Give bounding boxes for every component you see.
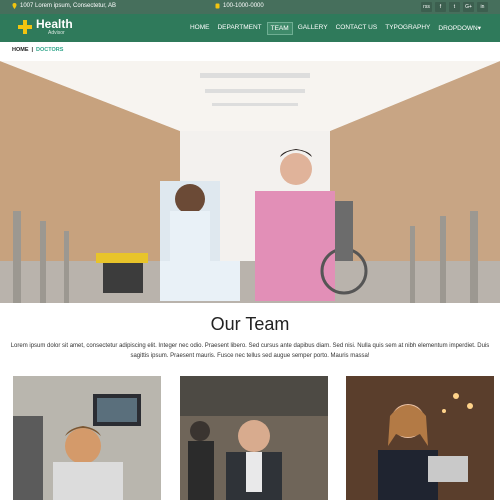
nav-item-team[interactable]: TEAM — [266, 22, 293, 35]
google-plus-icon[interactable]: G+ — [463, 2, 474, 12]
main-navbar: Health Advisor HOME DEPARTMENT TEAM GALL… — [0, 14, 500, 42]
team-member-photo — [346, 376, 494, 500]
team-member-card[interactable] — [13, 376, 161, 500]
address: 1007 Lorem ipsum, Consectetur, AB — [12, 3, 116, 9]
brand-name: Health — [36, 17, 73, 31]
nav-menu: HOME DEPARTMENT TEAM GALLERY CONTACT US … — [187, 22, 484, 35]
phone-text: 100-1000-0000 — [223, 3, 264, 9]
linkedin-icon[interactable]: in — [477, 2, 488, 12]
twitter-icon[interactable]: t — [449, 2, 460, 12]
nav-item-department[interactable]: DEPARTMENT — [214, 22, 264, 35]
section-title: Our Team — [210, 314, 290, 334]
breadcrumb: HOME | DOCTORS — [12, 47, 63, 53]
breadcrumb-separator: | — [31, 47, 34, 53]
medical-cross-icon — [18, 20, 32, 34]
nav-item-typography[interactable]: TYPOGRAPHY — [382, 22, 433, 35]
team-member-photo — [180, 376, 328, 500]
social-links: rss f t G+ in — [421, 2, 488, 12]
hospital-corridor-illustration — [0, 61, 500, 303]
hero-image — [0, 61, 500, 303]
phone-icon — [215, 3, 220, 9]
nav-item-gallery[interactable]: GALLERY — [295, 22, 331, 35]
nav-item-home[interactable]: HOME — [187, 22, 213, 35]
top-bar: 1007 Lorem ipsum, Consectetur, AB 100-10… — [0, 0, 500, 14]
nav-item-contact-us[interactable]: CONTACT US — [333, 22, 381, 35]
brand-logo[interactable]: Health Advisor — [18, 18, 73, 36]
facebook-icon[interactable]: f — [435, 2, 446, 12]
nav-item-dropdown[interactable]: DROPDOWN▾ — [435, 22, 484, 35]
location-pin-icon — [12, 3, 17, 9]
phone: 100-1000-0000 — [215, 3, 264, 9]
rss-icon[interactable]: rss — [421, 2, 432, 12]
breadcrumb-current: DOCTORS — [36, 47, 64, 53]
team-member-card[interactable] — [346, 376, 494, 500]
team-member-card[interactable] — [180, 376, 328, 500]
breadcrumb-home[interactable]: HOME — [12, 47, 29, 53]
address-text: 1007 Lorem ipsum, Consectetur, AB — [20, 3, 117, 9]
team-member-photo — [13, 376, 161, 500]
section-intro-text: Lorem ipsum dolor sit amet, consectetur … — [10, 343, 490, 359]
